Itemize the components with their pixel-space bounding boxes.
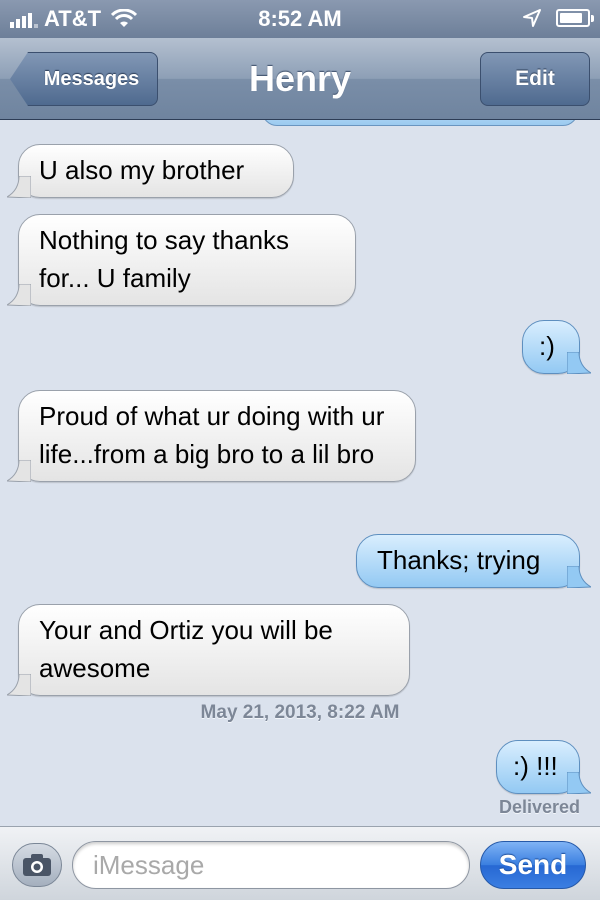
message-input[interactable] <box>72 841 470 889</box>
bubble-tail <box>7 284 31 306</box>
message-bubble[interactable]: Proud of what ur doing with ur life...fr… <box>7 390 416 482</box>
status-right <box>522 8 594 28</box>
message-text: Your and Ortiz you will be awesome <box>39 615 333 683</box>
bubble-tail <box>567 566 591 588</box>
message-bubble[interactable]: :) !!! <box>496 740 591 794</box>
camera-icon <box>23 854 51 876</box>
delivered-status: Delivered <box>498 797 580 817</box>
message-bubble[interactable]: Thanks; trying <box>356 534 591 588</box>
message-bubble[interactable]: :) <box>522 320 591 374</box>
message-text: U also my brother <box>39 155 245 185</box>
send-button[interactable]: Send <box>480 841 586 889</box>
message-text: Proud of what ur doing with ur life...fr… <box>39 401 385 469</box>
message-timestamp: May 21, 2013, 8:22 AM <box>200 702 400 723</box>
message-text: :) !!! <box>513 751 558 781</box>
status-time: 8:52 AM <box>258 6 342 31</box>
bubble-tail <box>7 176 31 198</box>
bubble-tail <box>7 674 31 696</box>
status-bar: AT&T 8:52 AM <box>0 0 600 38</box>
message-bubble[interactable]: U also my brother <box>7 144 294 198</box>
battery-level <box>560 13 583 23</box>
message-text: Nothing to say thanks for... U family <box>39 225 290 293</box>
edit-button[interactable]: Edit <box>480 52 590 106</box>
partial-message-bubble <box>262 120 578 126</box>
bubble-tail <box>567 772 591 794</box>
nav-bar: Messages Henry Edit <box>0 38 600 120</box>
message-list[interactable]: U also my brother Nothing to say thanks … <box>0 120 600 826</box>
camera-button[interactable] <box>12 843 62 887</box>
message-text: Thanks; trying <box>377 545 541 575</box>
bubble-tail <box>7 460 31 482</box>
message-text: :) <box>539 331 555 361</box>
message-bubble[interactable]: Nothing to say thanks for... U family <box>7 214 356 306</box>
bubble-tail <box>567 352 591 374</box>
battery-icon <box>556 9 594 27</box>
message-bubble[interactable]: Your and Ortiz you will be awesome <box>7 604 410 696</box>
compose-bar: Send <box>0 826 600 900</box>
location-icon <box>523 9 541 27</box>
